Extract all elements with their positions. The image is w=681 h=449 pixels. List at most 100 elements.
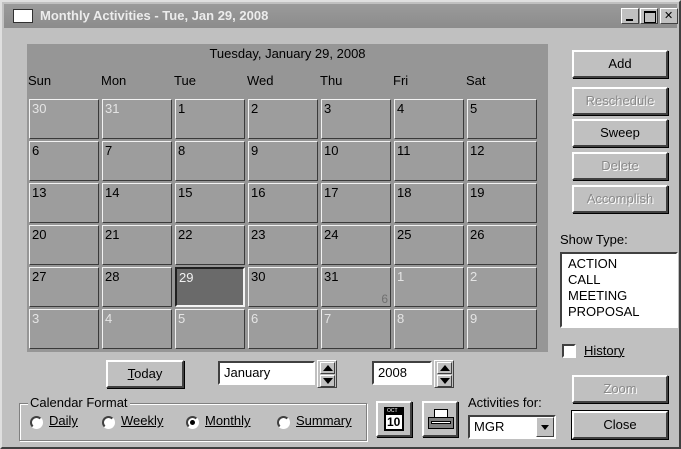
calendar-day-number: 9: [251, 143, 259, 158]
close-button-label: Close: [603, 417, 637, 432]
calendar-day-cell[interactable]: 6: [29, 141, 99, 181]
accomplish-button[interactable]: Accomplish: [572, 185, 668, 213]
show-type-listbox[interactable]: ACTION CALL MEETING PROPOSAL: [560, 252, 678, 328]
calendar-day-cell[interactable]: 28: [102, 267, 172, 307]
history-label[interactable]: History: [584, 343, 624, 358]
calendar-day-number: 3: [324, 101, 332, 116]
calendar-day-cell[interactable]: 7: [321, 309, 391, 349]
calendar-day-cell[interactable]: 26: [467, 225, 537, 265]
calendar-day-cell[interactable]: 5: [467, 99, 537, 139]
activities-for-select[interactable]: MGR: [468, 415, 556, 439]
calendar-day-cell[interactable]: 3: [321, 99, 391, 139]
calendar-day-cell[interactable]: 23: [248, 225, 318, 265]
delete-button[interactable]: Delete: [572, 152, 668, 180]
month-input[interactable]: January: [218, 361, 315, 385]
calendar-day-cell[interactable]: 5: [175, 309, 245, 349]
calendar-day-cell[interactable]: 3: [29, 309, 99, 349]
calendar-day-number: 7: [324, 311, 332, 326]
calendar-day-cell[interactable]: 27: [29, 267, 99, 307]
calendar-day-cell[interactable]: 21: [102, 225, 172, 265]
radio-label-weekly[interactable]: Weekly: [121, 413, 163, 428]
close-window-button[interactable]: [660, 8, 678, 24]
calendar-day-cell[interactable]: 12: [467, 141, 537, 181]
month-up-arrow-icon[interactable]: [320, 362, 335, 374]
calendar-format-title: Calendar Format: [28, 395, 130, 410]
calendar-day-cell[interactable]: 20: [29, 225, 99, 265]
calendar-day-cell[interactable]: 14: [102, 183, 172, 223]
calendar-day-cell[interactable]: 8: [175, 141, 245, 181]
sweep-button[interactable]: Sweep: [572, 119, 668, 147]
year-down-arrow-icon[interactable]: [437, 375, 452, 387]
calendar-day-cell[interactable]: 30: [248, 267, 318, 307]
calendar-day-cell[interactable]: 11: [394, 141, 464, 181]
calendar-day-cell[interactable]: 25: [394, 225, 464, 265]
history-checkbox[interactable]: [562, 344, 576, 358]
calendar-day-cell[interactable]: 31 6: [321, 267, 391, 307]
calendar-day-number: 30: [251, 269, 266, 284]
title-bar[interactable]: Monthly Activities - Tue, Jan 29, 2008: [4, 4, 678, 28]
calendar-day-cell[interactable]: 19: [467, 183, 537, 223]
show-type-item-action[interactable]: ACTION: [568, 256, 670, 272]
calendar-day-cell[interactable]: 8: [394, 309, 464, 349]
radio-label-daily[interactable]: Daily: [49, 413, 78, 428]
calendar-day-cell[interactable]: 18: [394, 183, 464, 223]
calendar-day-cell[interactable]: 31: [102, 99, 172, 139]
show-type-item-call[interactable]: CALL: [568, 272, 670, 288]
show-type-item-meeting[interactable]: MEETING: [568, 288, 670, 304]
calendar-day-cell[interactable]: 7: [102, 141, 172, 181]
close-button[interactable]: Close: [571, 410, 669, 440]
calendar-day-cell[interactable]: 1: [394, 267, 464, 307]
calendar-day-number: 18: [397, 185, 412, 200]
radio-label-monthly[interactable]: Monthly: [205, 413, 251, 428]
calendar-day-cell[interactable]: 6: [248, 309, 318, 349]
calendar-day-number: 14: [105, 185, 120, 200]
calendar-day-cell[interactable]: 15: [175, 183, 245, 223]
calendar-day-number: 6: [251, 311, 259, 326]
calendar-day-cell-selected[interactable]: 29: [175, 267, 245, 307]
calendar-day-number: 27: [32, 269, 47, 284]
today-button[interactable]: Today: [106, 360, 184, 388]
calendar-day-cell[interactable]: 13: [29, 183, 99, 223]
radio-label-summary[interactable]: Summary: [296, 413, 352, 428]
calendar-day-cell[interactable]: 30: [29, 99, 99, 139]
reschedule-button-label: Reschedule: [585, 93, 655, 108]
calendar-day-cell[interactable]: 16: [248, 183, 318, 223]
calendar-day-number: 5: [178, 311, 186, 326]
minimize-button[interactable]: [621, 8, 639, 24]
maximize-button[interactable]: [640, 8, 658, 24]
calendar-day-cell[interactable]: 9: [467, 309, 537, 349]
calendar-day-cell[interactable]: 1: [175, 99, 245, 139]
year-spinner[interactable]: [434, 360, 454, 388]
calendar-day-cell[interactable]: 4: [102, 309, 172, 349]
calendar-day-cell[interactable]: 22: [175, 225, 245, 265]
printer-tray: [431, 421, 451, 424]
calendar-icon-button[interactable]: 10: [376, 401, 412, 437]
activities-for-label: Activities for:: [468, 395, 542, 410]
calendar-day-number: 3: [32, 311, 40, 326]
radio-summary[interactable]: [277, 416, 290, 429]
radio-weekly[interactable]: [102, 416, 115, 429]
zoom-button[interactable]: Zoom: [572, 375, 668, 403]
radio-monthly[interactable]: [186, 416, 199, 429]
calendar-day-cell[interactable]: 4: [394, 99, 464, 139]
calendar-day-number: 28: [105, 269, 120, 284]
print-button[interactable]: [422, 401, 458, 437]
weekday-mon: Mon: [101, 73, 127, 88]
calendar-day-number: 2: [470, 269, 478, 284]
radio-daily[interactable]: [30, 416, 43, 429]
year-up-arrow-icon[interactable]: [437, 362, 452, 374]
add-button[interactable]: Add: [572, 50, 668, 78]
month-spinner[interactable]: [317, 360, 337, 388]
calendar-day-cell[interactable]: 24: [321, 225, 391, 265]
reschedule-button[interactable]: Reschedule: [572, 87, 668, 115]
calendar-day-cell[interactable]: 9: [248, 141, 318, 181]
chevron-down-icon[interactable]: [536, 417, 554, 437]
year-input[interactable]: 2008: [372, 361, 432, 385]
calendar-day-cell[interactable]: 17: [321, 183, 391, 223]
calendar-day-cell[interactable]: 10: [321, 141, 391, 181]
calendar-day-number: 9: [470, 311, 478, 326]
calendar-day-cell[interactable]: 2: [248, 99, 318, 139]
month-down-arrow-icon[interactable]: [320, 375, 335, 387]
show-type-item-proposal[interactable]: PROPOSAL: [568, 304, 670, 320]
calendar-day-cell[interactable]: 2: [467, 267, 537, 307]
